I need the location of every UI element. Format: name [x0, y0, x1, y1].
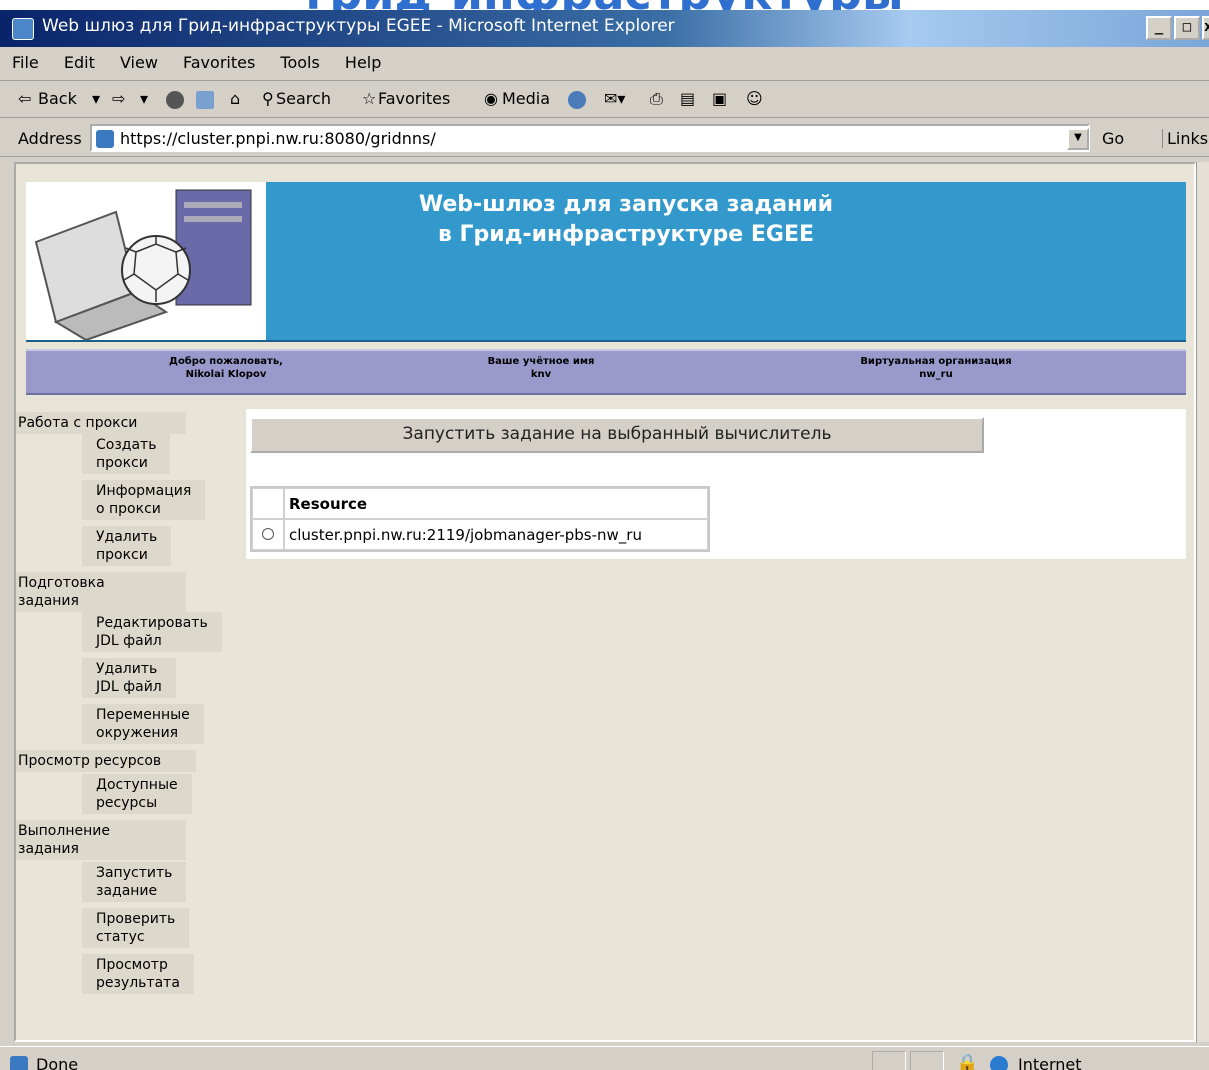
vo-cell: Виртуальная организация nw_ru	[786, 355, 1086, 381]
toolbar: ⇦ Back ▾ ⇨ ▾ ⌂ ⚲ Search ☆ Favorites ◉ Me…	[0, 82, 1209, 118]
table-header-row: Resource	[252, 488, 708, 519]
search-button[interactable]: Search	[276, 89, 331, 108]
status-bar: Done 🔒 Internet	[0, 1046, 1209, 1070]
back-button[interactable]: Back	[38, 89, 77, 108]
resource-cell: cluster.pnpi.nw.ru:2119/jobmanager-pbs-n…	[284, 519, 708, 550]
nav-group-proxy[interactable]: Работа с прокси	[16, 412, 186, 434]
user-info-bar: Добро пожаловать, Nikolai Klopov Ваше уч…	[26, 349, 1186, 395]
menu-bar: File Edit View Favorites Tools Help	[0, 47, 1209, 81]
favorites-button[interactable]: Favorites	[378, 89, 450, 108]
welcome-cell: Добро пожаловать, Nikolai Klopov	[76, 355, 376, 381]
address-dropdown-icon[interactable]: ▼	[1067, 128, 1089, 150]
internet-zone-icon	[990, 1056, 1008, 1070]
account-label: Ваше учётное имя	[487, 356, 595, 367]
media-icon: ◉	[484, 89, 498, 108]
resource-column-header: Resource	[284, 488, 708, 519]
forward-dropdown-icon[interactable]: ▾	[140, 89, 148, 108]
nav-run-job[interactable]: Запустить задание	[82, 862, 187, 902]
discuss-icon[interactable]: ▣	[712, 89, 727, 108]
menu-tools[interactable]: Tools	[280, 53, 319, 72]
page-viewport: Web-шлюз для запуска заданий в Грид-инфр…	[14, 162, 1196, 1042]
status-panel	[910, 1051, 944, 1070]
title-bar: Web шлюз для Грид-инфраструктуры EGEE - …	[0, 10, 1209, 47]
menu-favorites[interactable]: Favorites	[183, 53, 255, 72]
back-arrow-icon[interactable]: ⇦	[18, 89, 31, 108]
stop-icon[interactable]	[166, 91, 184, 109]
nav-create-proxy[interactable]: Создать прокси	[82, 434, 171, 474]
menu-edit[interactable]: Edit	[64, 53, 95, 72]
nav-available-resources[interactable]: Доступные ресурсы	[82, 774, 192, 814]
table-row: cluster.pnpi.nw.ru:2119/jobmanager-pbs-n…	[252, 519, 708, 550]
row-select-cell	[252, 519, 284, 550]
window-title: Web шлюз для Грид-инфраструктуры EGEE - …	[42, 16, 675, 36]
nav-env-vars[interactable]: Переменные окружения	[82, 704, 204, 744]
address-label: Address	[18, 129, 82, 148]
welcome-label: Добро пожаловать,	[169, 356, 283, 367]
nav-delete-jdl[interactable]: Удалить JDL файл	[82, 658, 176, 698]
nav-group-execution[interactable]: Выполнение задания	[16, 820, 186, 860]
status-text: Done	[36, 1055, 79, 1070]
nav-delete-proxy[interactable]: Удалить прокси	[82, 526, 172, 566]
menu-file[interactable]: File	[12, 53, 39, 72]
nav-check-status[interactable]: Проверить статус	[82, 908, 190, 948]
vertical-scrollbar[interactable]	[1196, 162, 1209, 1042]
vo-label: Виртуальная организация	[860, 356, 1012, 367]
go-button[interactable]: Go	[1102, 129, 1124, 148]
account-cell: Ваше учётное имя knv	[391, 355, 691, 381]
nav-proxy-info[interactable]: Информация о прокси	[82, 480, 206, 520]
links-button[interactable]: Links	[1162, 129, 1208, 148]
status-panel	[872, 1051, 906, 1070]
ie-icon	[12, 18, 34, 40]
run-job-button[interactable]: Запустить задание на выбранный вычислите…	[250, 417, 984, 453]
address-url: https://cluster.pnpi.nw.ru:8080/gridnns/	[120, 129, 436, 148]
menu-view[interactable]: View	[120, 53, 158, 72]
forward-icon[interactable]: ⇨	[112, 89, 125, 108]
favorites-icon: ☆	[362, 89, 377, 108]
refresh-icon[interactable]	[196, 91, 214, 109]
menu-help[interactable]: Help	[345, 53, 381, 72]
banner-line-1: Web-шлюз для запуска заданий	[418, 192, 834, 217]
history-icon[interactable]	[568, 91, 586, 109]
main-content: Запустить задание на выбранный вычислите…	[246, 409, 1186, 559]
page-done-icon	[10, 1056, 28, 1070]
nav-view-result[interactable]: Просмотр результата	[82, 954, 194, 994]
minimize-button[interactable]: _	[1146, 16, 1172, 40]
back-dropdown-icon[interactable]: ▾	[92, 89, 100, 108]
banner-line-2: в Грид-инфраструктуре EGEE	[437, 222, 815, 247]
nav-group-job-prep[interactable]: Подготовка задания	[16, 572, 186, 612]
edit-icon[interactable]: ▤	[680, 89, 695, 108]
print-icon[interactable]: ⎙	[650, 89, 663, 109]
home-icon[interactable]: ⌂	[230, 89, 240, 108]
account-value: knv	[530, 369, 552, 380]
address-input[interactable]: https://cluster.pnpi.nw.ru:8080/gridnns/	[90, 124, 1090, 152]
nav-group-resources[interactable]: Просмотр ресурсов	[16, 750, 196, 772]
close-button[interactable]: x	[1202, 16, 1209, 40]
lock-icon: 🔒	[956, 1053, 979, 1070]
resource-radio[interactable]	[262, 527, 274, 540]
maximize-button[interactable]: □	[1174, 16, 1200, 40]
vo-value: nw_ru	[919, 369, 953, 380]
messenger-icon[interactable]: ☺	[746, 89, 763, 108]
media-button[interactable]: Media	[502, 89, 550, 108]
mail-icon[interactable]: ✉▾	[604, 89, 625, 108]
address-bar: Address https://cluster.pnpi.nw.ru:8080/…	[0, 119, 1209, 157]
select-column-header	[252, 488, 284, 519]
nav-edit-jdl[interactable]: Редактировать JDL файл	[82, 612, 222, 652]
user-name: Nikolai Klopov	[185, 369, 267, 380]
browser-window: Web шлюз для Грид-инфраструктуры EGEE - …	[0, 10, 1209, 1070]
page-icon	[96, 130, 114, 148]
zone-text: Internet	[1018, 1055, 1082, 1070]
search-icon: ⚲	[262, 89, 274, 108]
resource-table: Resource cluster.pnpi.nw.ru:2119/jobmana…	[250, 486, 710, 552]
site-banner: Web-шлюз для запуска заданий в Грид-инфр…	[26, 182, 1186, 342]
